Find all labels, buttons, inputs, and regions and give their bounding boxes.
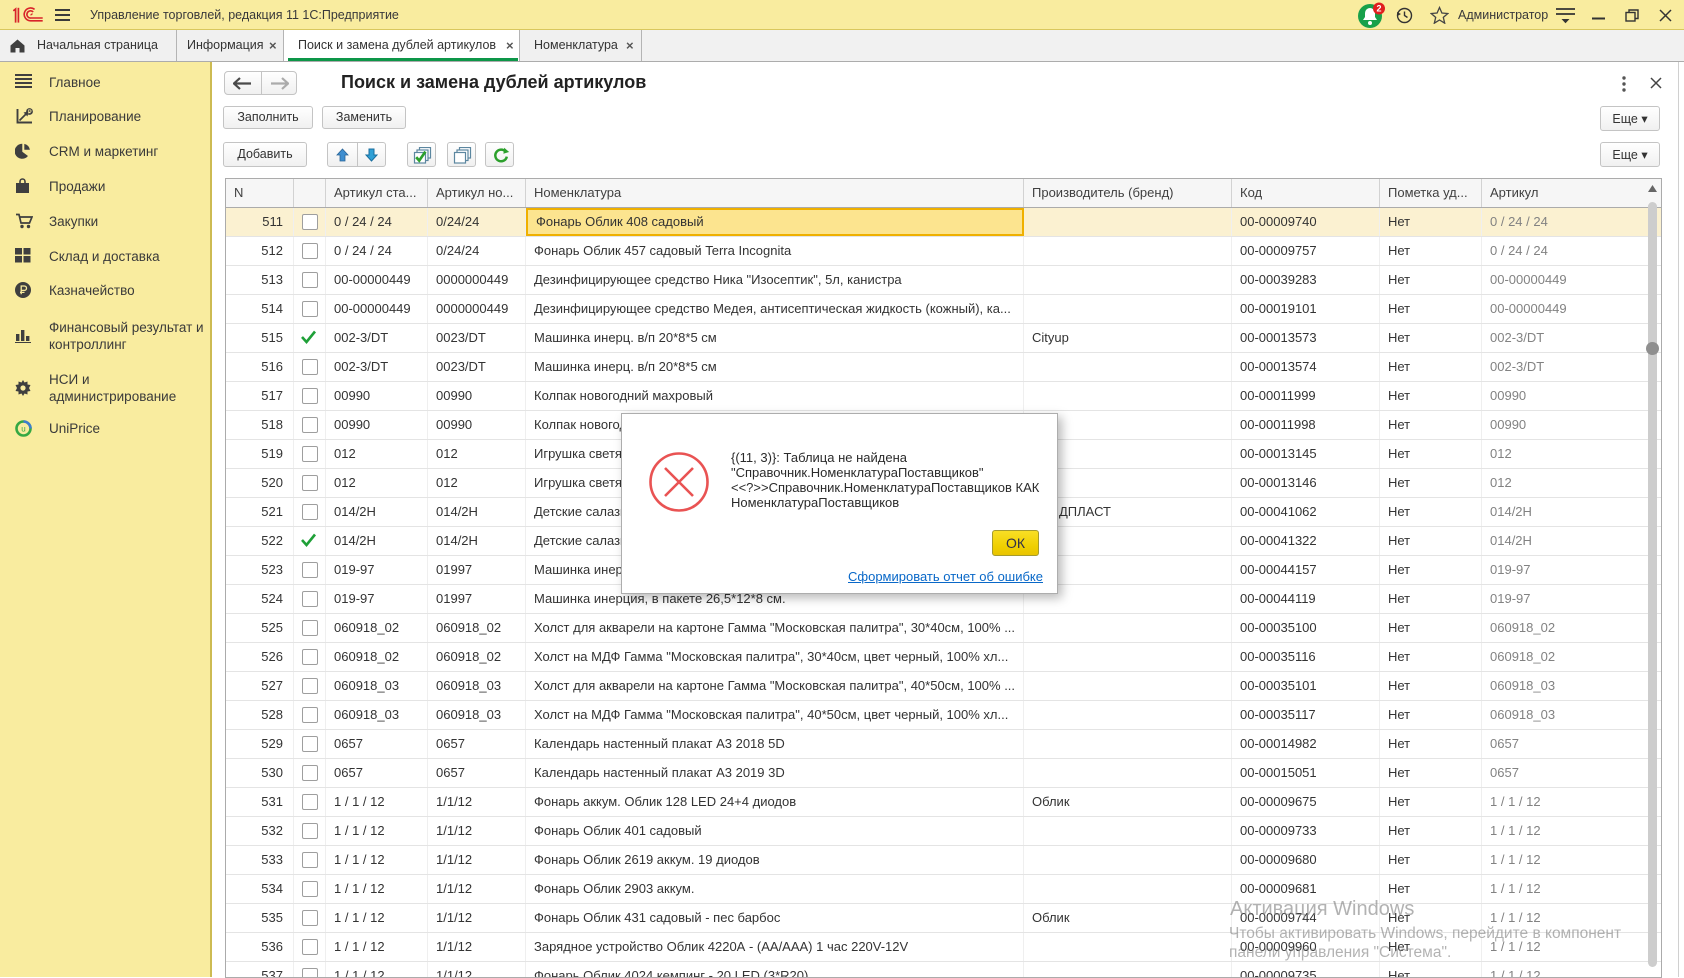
svg-text:u: u [21, 424, 25, 433]
svg-text:2: 2 [1376, 4, 1381, 14]
